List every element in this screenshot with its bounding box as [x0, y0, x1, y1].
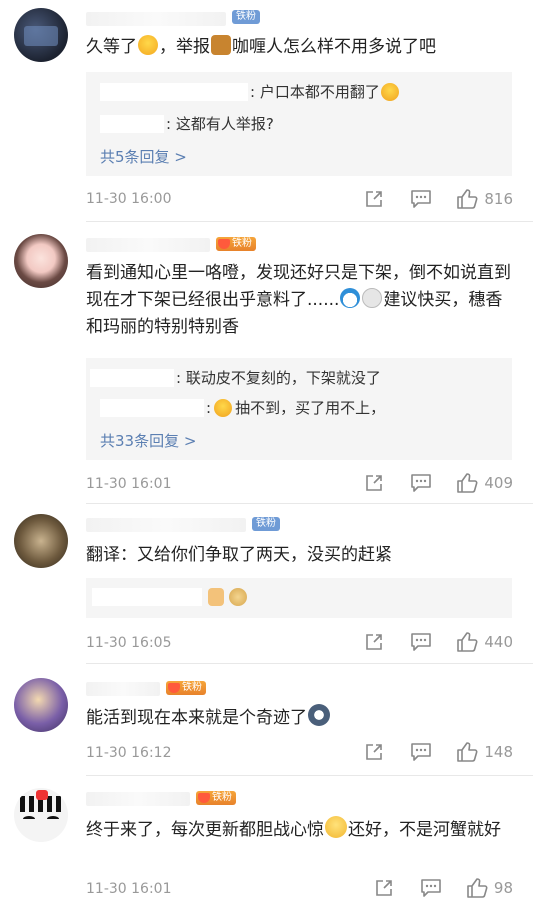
reply-username[interactable] — [100, 83, 248, 101]
crest-icon — [198, 793, 210, 803]
like-count: 440 — [484, 633, 513, 651]
share-icon[interactable] — [374, 878, 394, 898]
thumbs-up-icon — [466, 877, 488, 899]
like-count: 148 — [484, 743, 513, 761]
comment-4: 铁粉 能活到现在本来就是个奇迹了 11-30 16:12 148 — [0, 664, 533, 776]
share-icon[interactable] — [364, 742, 384, 762]
thumbs-up-icon — [456, 741, 478, 763]
comment-icon[interactable] — [410, 632, 432, 652]
comment-text: 翻译：又给你们争取了两天，没买的赶紧 — [86, 545, 392, 565]
username[interactable] — [86, 518, 246, 532]
share-icon[interactable] — [364, 189, 384, 209]
timestamp: 11-30 16:01 — [86, 476, 172, 492]
thumbs-up-icon — [456, 188, 478, 210]
doge-emoji-icon — [229, 588, 247, 606]
username[interactable] — [86, 682, 160, 696]
avatar[interactable] — [14, 678, 68, 732]
avatar[interactable] — [14, 8, 68, 62]
fan-badge: 铁粉 — [166, 681, 206, 695]
comment-5: 铁粉 终于来了，每次更新都胆战心惊 还好，不是河蟹就好 11-30 16:01 9… — [0, 776, 533, 912]
avatar[interactable] — [14, 234, 68, 288]
thinking-emoji-icon — [362, 288, 383, 308]
timestamp: 11-30 16:12 — [86, 745, 172, 761]
share-icon[interactable] — [364, 632, 384, 652]
like-button[interactable]: 440 — [456, 631, 513, 653]
view-more-replies-link[interactable]: 共33条回复 > — [100, 430, 196, 451]
comment-icon[interactable] — [410, 473, 432, 493]
action-bar: 148 — [364, 741, 513, 763]
doraemon-emoji-icon — [340, 288, 361, 308]
like-count: 409 — [484, 474, 513, 492]
fan-badge: 铁粉 — [232, 10, 260, 24]
reply-item: : 这都有人举报? — [100, 114, 274, 134]
view-more-replies-link[interactable]: 共5条回复 > — [100, 146, 187, 167]
reply-username[interactable] — [100, 399, 204, 417]
reply-username[interactable] — [92, 588, 202, 606]
thumbs-up-emoji-icon — [208, 588, 224, 606]
like-count: 98 — [493, 879, 513, 897]
comment-1: 铁粉 久等了 ，举报 咖喱人怎么样不用多说了吧 : 户口本都不用翻了 : 这都有人举… — [0, 0, 533, 222]
timestamp: 11-30 16:00 — [86, 191, 172, 207]
fan-badge: 铁粉 — [252, 517, 280, 531]
fan-badge: 铁粉 — [216, 237, 256, 251]
comment-icon[interactable] — [420, 878, 442, 898]
dog-emoji-icon — [211, 35, 231, 55]
crest-icon — [168, 683, 180, 693]
action-bar: 440 — [364, 631, 513, 653]
action-bar: 98 — [374, 877, 513, 899]
share-icon[interactable] — [364, 473, 384, 493]
thumbs-up-icon — [456, 472, 478, 494]
reply-username[interactable] — [100, 115, 164, 133]
comment-2: 铁粉 看到通知心里一咯噔，发现还好只是下架，倒不如说直到现在才下架已经很出乎意料… — [0, 222, 533, 504]
reply-item: : 抽不到，买了用不上， — [100, 398, 385, 418]
timestamp: 11-30 16:05 — [86, 635, 172, 651]
crying-emoji-icon — [380, 83, 399, 101]
reply-box: : 联动皮不复刻的，下架就没了 : 抽不到，买了用不上， 共33条回复 > — [86, 358, 512, 460]
reply-item: : 户口本都不用翻了 — [100, 82, 400, 102]
thumbs-up-icon — [456, 631, 478, 653]
reply-item — [92, 588, 248, 606]
comment-text: 看到通知心里一咯噔，发现还好只是下架，倒不如说直到现在才下架已经很出乎意料了..… — [86, 263, 511, 337]
comment-3: 铁粉 翻译：又给你们争取了两天，没买的赶紧 11-30 16:05 440 — [0, 504, 533, 664]
comment-text: 能活到现在本来就是个奇迹了 — [86, 704, 514, 732]
scared-emoji-icon — [325, 816, 347, 838]
comment-icon[interactable] — [410, 742, 432, 762]
crest-icon — [218, 239, 230, 249]
avatar[interactable] — [14, 514, 68, 568]
reply-box: : 户口本都不用翻了 : 这都有人举报? 共5条回复 > — [86, 72, 512, 176]
reply-box — [86, 578, 512, 618]
husky-emoji-icon — [308, 704, 330, 726]
like-button[interactable]: 148 — [456, 741, 513, 763]
fan-badge: 铁粉 — [196, 791, 236, 805]
sweat-smile-emoji-icon — [138, 35, 158, 55]
username[interactable] — [86, 792, 190, 806]
comment-icon[interactable] — [410, 189, 432, 209]
like-button[interactable]: 98 — [466, 877, 513, 899]
avatar[interactable] — [14, 788, 68, 842]
username[interactable] — [86, 12, 226, 26]
like-button[interactable]: 816 — [456, 188, 513, 210]
reply-item: : 联动皮不复刻的，下架就没了 — [90, 368, 381, 388]
username[interactable] — [86, 238, 210, 252]
action-bar: 409 — [364, 472, 513, 494]
timestamp: 11-30 16:01 — [86, 881, 172, 897]
like-count: 816 — [484, 190, 513, 208]
laughing-crying-emoji-icon — [214, 399, 233, 417]
reply-username[interactable] — [90, 369, 174, 387]
action-bar: 816 — [364, 188, 513, 210]
like-button[interactable]: 409 — [456, 472, 513, 494]
comment-text: 终于来了，每次更新都胆战心惊 还好，不是河蟹就好 — [86, 816, 506, 844]
comment-text: 久等了 ，举报 咖喱人怎么样不用多说了吧 — [86, 35, 436, 57]
